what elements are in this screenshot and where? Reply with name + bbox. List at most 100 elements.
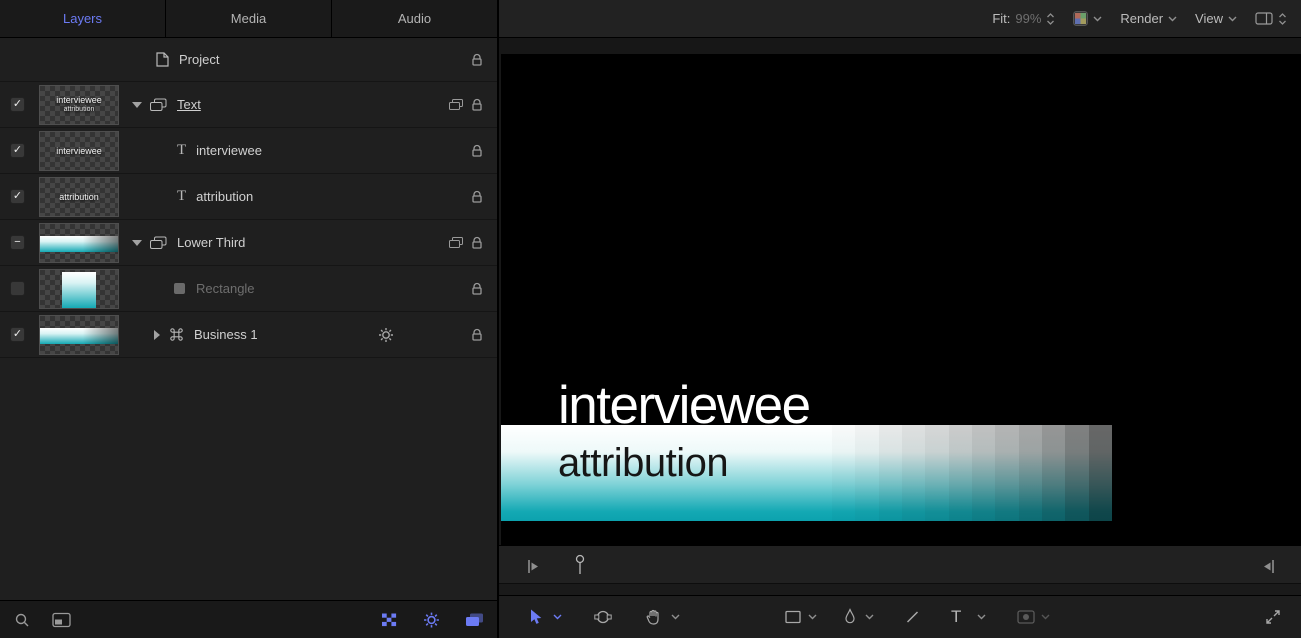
lock-icon[interactable] [471,328,483,342]
chevron-down-icon[interactable] [865,614,874,620]
canvas-text-attribution[interactable]: attribution [558,441,728,485]
stepper-icon[interactable] [1278,12,1287,26]
stepper-icon[interactable] [1046,12,1055,26]
activation-checkbox[interactable]: ✓ [10,97,25,112]
tab-media[interactable]: Media [166,0,332,37]
lock-icon[interactable] [471,282,483,296]
shape-icon [173,282,186,295]
lower-third-banner[interactable]: attribution [501,425,1112,521]
project-label[interactable]: Project [179,52,219,67]
layer-thumbnail[interactable] [39,315,119,355]
motion-window: Layers Media Audio Project ✓ [0,0,1301,638]
lock-icon[interactable] [471,190,483,204]
panel-tab-bar: Layers Media Audio [0,0,497,38]
channels-popup[interactable] [1073,11,1102,26]
layer-name[interactable]: Business 1 [194,327,258,342]
layer-name[interactable]: attribution [196,189,253,204]
thumb-text: attribution [64,105,95,114]
layers-list: Project ✓ interviewee attribution [0,38,497,600]
lock-icon[interactable] [471,53,483,67]
render-popup[interactable]: Render [1120,11,1177,26]
chevron-down-icon[interactable] [553,614,562,620]
layers-panel-footer [0,600,497,638]
image-mask-tool-icon[interactable] [1017,610,1035,624]
activation-checkbox[interactable]: ✓ [10,327,25,342]
disclosure-triangle-icon[interactable] [132,240,142,246]
layer-name[interactable]: interviewee [196,143,262,158]
checkerboard-icon[interactable] [381,612,398,627]
thumb-text: interviewee [56,95,102,105]
layer-name[interactable]: Rectangle [196,281,255,296]
chevron-down-icon[interactable] [977,614,986,620]
search-icon[interactable] [14,612,30,628]
display-layout-icon [1255,12,1273,25]
layer-row-rectangle[interactable]: Rectangle [0,266,497,312]
view-label: View [1195,11,1223,26]
color-channels-icon [1073,11,1088,26]
text-layer-icon: T [177,188,186,205]
play-range-out-icon[interactable] [1262,558,1275,580]
line-tool-icon[interactable] [905,610,920,625]
expand-icon[interactable] [1265,609,1281,625]
isolate-icon[interactable] [449,237,463,249]
layer-row-business-1[interactable]: ✓ Business 1 [0,312,497,358]
activation-checkbox[interactable]: − [10,235,25,250]
layer-row-attribution[interactable]: ✓ attribution T attribution [0,174,497,220]
gear-icon[interactable] [378,327,394,343]
tab-layers[interactable]: Layers [0,0,166,37]
rectangle-tool-icon[interactable] [785,611,801,624]
chevron-down-icon [1093,16,1102,22]
activation-checkbox[interactable]: ✓ [10,189,25,204]
disclosure-triangle-icon[interactable] [154,330,160,340]
layer-name[interactable]: Lower Third [177,235,245,250]
timeline-scrollbar[interactable] [499,583,1301,595]
layer-thumbnail[interactable]: interviewee attribution [39,85,119,125]
text-tool-icon[interactable]: T [951,607,961,627]
activation-checkbox[interactable]: ✓ [10,143,25,158]
hand-tool-icon[interactable] [645,609,661,626]
tab-audio[interactable]: Audio [332,0,497,37]
layer-row-lower-third[interactable]: − Lower Third [0,220,497,266]
layer-row-text[interactable]: ✓ interviewee attribution Text [0,82,497,128]
isolate-icon[interactable] [449,99,463,111]
viewer-panel: Fit: 99% Render Vi [499,0,1301,638]
layer-thumbnail[interactable] [39,269,119,309]
layer-name[interactable]: Text [177,97,201,112]
project-row[interactable]: Project [0,38,497,82]
lock-icon[interactable] [471,144,483,158]
layer-thumbnail[interactable]: attribution [39,177,119,217]
playhead-marker-icon[interactable] [575,554,585,581]
thumb-gradient [40,236,118,252]
mini-timeline[interactable] [499,545,1301,595]
edit-points-tool-icon[interactable] [594,609,612,626]
chevron-down-icon[interactable] [808,614,817,620]
preview-toggle-icon[interactable] [52,612,71,627]
play-range-in-icon[interactable] [527,558,540,580]
chevron-down-icon[interactable] [671,614,680,620]
render-label: Render [1120,11,1163,26]
paint-stroke-tool-icon[interactable] [843,609,857,626]
disclosure-triangle-icon[interactable] [132,102,142,108]
gear-icon[interactable] [423,611,440,628]
view-popup[interactable]: View [1195,11,1237,26]
group-icon [150,98,167,112]
canvas[interactable]: interviewee attribution [501,54,1301,545]
canvas-area: interviewee attribution [499,38,1301,545]
layer-thumbnail[interactable] [39,223,119,263]
fit-label: Fit: [992,11,1010,26]
display-popup[interactable] [1255,12,1287,26]
layer-row-interviewee[interactable]: ✓ interviewee T interviewee [0,128,497,174]
zoom-control[interactable]: Fit: 99% [992,11,1055,26]
layers-stack-icon[interactable] [465,612,484,627]
thumb-gradient [40,328,118,344]
select-tool-icon[interactable] [529,609,543,626]
lock-icon[interactable] [471,236,483,250]
banner-bars [832,425,1112,521]
lock-icon[interactable] [471,98,483,112]
layer-thumbnail[interactable]: interviewee [39,131,119,171]
generator-icon [169,327,184,342]
activation-checkbox[interactable] [10,281,25,296]
chevron-down-icon [1228,16,1237,22]
chevron-down-icon[interactable] [1041,614,1050,620]
thumb-gradient [62,272,96,308]
